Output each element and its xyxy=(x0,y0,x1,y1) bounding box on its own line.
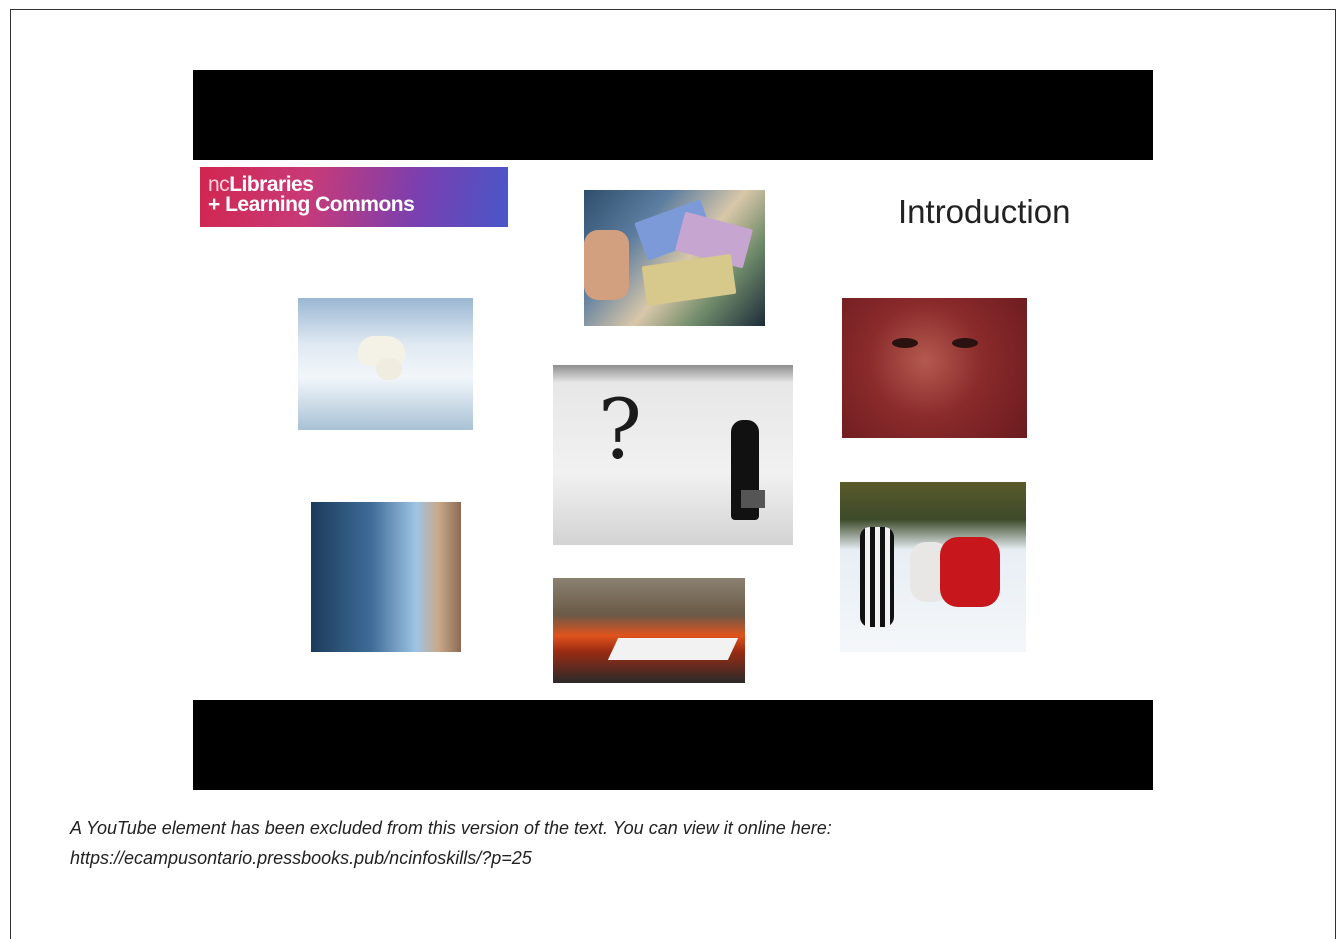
shakespeare-portrait-image xyxy=(842,298,1027,438)
slide-title: Introduction xyxy=(898,193,1071,230)
video-player[interactable]: ncLibraries + Learning Commons Introduct… xyxy=(193,70,1153,790)
nc-libraries-logo: ncLibraries + Learning Commons xyxy=(200,167,508,227)
caption-line-1: A YouTube element has been excluded from… xyxy=(70,818,832,838)
hockey-faceoff-image xyxy=(840,482,1026,652)
skyscraper-image xyxy=(311,502,461,652)
currency-image xyxy=(584,190,765,326)
logo-learning-commons-text: + Learning Commons xyxy=(208,193,415,216)
question-mark-window-image: ? xyxy=(553,365,793,545)
video-excluded-caption: A YouTube element has been excluded from… xyxy=(70,813,1270,873)
fire-sign-image xyxy=(553,578,745,683)
caption-url[interactable]: https://ecampusontario.pressbooks.pub/nc… xyxy=(70,843,1270,873)
polar-bear-image xyxy=(298,298,473,430)
video-slide: ncLibraries + Learning Commons Introduct… xyxy=(193,160,1153,700)
